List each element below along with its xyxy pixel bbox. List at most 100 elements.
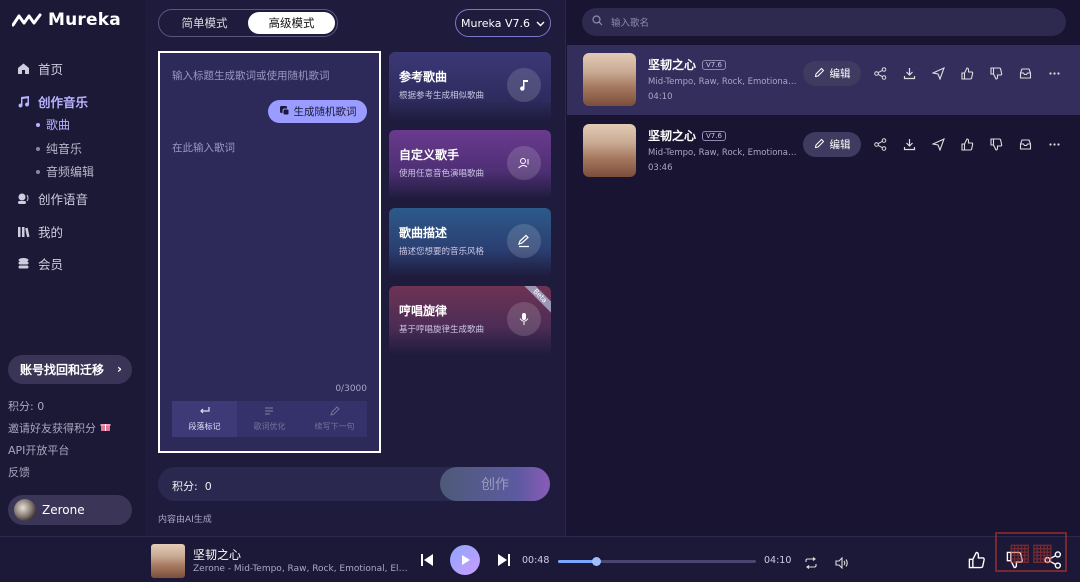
send-icon[interactable]	[931, 137, 946, 152]
invite-link[interactable]: 邀请好友获得积分	[8, 420, 111, 436]
version-tag: V7.6	[702, 130, 726, 141]
share-icon[interactable]	[873, 137, 888, 152]
share-icon[interactable]	[873, 66, 888, 81]
song-actions	[873, 137, 1062, 152]
continue-line-button[interactable]: 续写下一句	[302, 401, 367, 437]
sub-item-label: 歌曲	[46, 118, 71, 132]
progress-bar[interactable]	[558, 557, 756, 566]
card-subtitle: 根据参考生成相似歌曲	[399, 91, 485, 101]
next-button[interactable]	[496, 553, 512, 569]
invite-label: 邀请好友获得积分	[8, 422, 96, 435]
card-title: 哼唱旋律	[399, 304, 448, 318]
search-placeholder: 输入歌名	[611, 18, 650, 29]
lyrics-textarea[interactable]: 在此输入歌词	[172, 140, 235, 155]
bullet-icon	[36, 169, 40, 174]
list-icon	[264, 406, 276, 418]
volume-button[interactable]	[835, 554, 849, 573]
pen-icon	[507, 224, 541, 258]
sub-item-songs[interactable]: 歌曲	[36, 116, 70, 133]
sub-item-instrumental[interactable]: 纯音乐	[36, 140, 82, 157]
coins-icon	[16, 257, 30, 271]
card-custom-singer[interactable]: 自定义歌手 使用任意音色演唱歌曲	[389, 130, 551, 199]
more-icon[interactable]	[1047, 66, 1062, 81]
card-reference-song[interactable]: 参考歌曲 根据参考生成相似歌曲	[389, 52, 551, 121]
thumbs-up-icon[interactable]	[968, 551, 986, 569]
song-row[interactable]: 坚韧之心 V7.6 Mid-Tempo, Raw, Rock, Emotional…	[567, 116, 1080, 186]
sub-item-label: 纯音乐	[46, 142, 83, 156]
logo[interactable]: Mureka	[12, 10, 121, 30]
search-input[interactable]: 输入歌名	[582, 8, 1066, 36]
thumbs-up-icon[interactable]	[960, 137, 975, 152]
total-time: 04:10	[764, 555, 792, 566]
lyrics-editor: 输入标题生成歌词或使用随机歌词 生成随机歌词 在此输入歌词 0/3000 段落标…	[158, 51, 381, 453]
user-profile[interactable]: Zerone	[8, 495, 132, 525]
sub-item-label: 音频编辑	[46, 165, 95, 179]
random-lyrics-button[interactable]: 生成随机歌词	[268, 100, 367, 123]
pen-icon	[814, 138, 825, 152]
inbox-icon[interactable]	[1018, 137, 1033, 152]
section-marker-button[interactable]: 段落标记	[172, 401, 237, 437]
song-title-wrap: 坚韧之心 V7.6	[648, 56, 726, 73]
nav-item-create-music[interactable]: 创作音乐	[16, 92, 88, 111]
card-subtitle: 描述您想要的音乐风格	[399, 247, 485, 257]
thumbs-down-icon[interactable]	[989, 66, 1004, 81]
song-cover	[583, 53, 636, 106]
title-input[interactable]: 输入标题生成歌词或使用随机歌词	[172, 68, 330, 83]
tool-label: 段落标记	[188, 422, 221, 431]
nav-label: 创作语音	[38, 192, 89, 207]
sub-item-audio-edit[interactable]: 音频编辑	[36, 163, 94, 180]
card-subtitle: 使用任意音色演唱歌曲	[399, 169, 485, 179]
thumbs-down-icon[interactable]	[989, 137, 1004, 152]
song-title: 坚韧之心	[648, 129, 697, 143]
download-icon[interactable]	[902, 66, 917, 81]
skip-back-icon	[420, 552, 434, 571]
lyrics-toolbar: 段落标记 歌词优化 续写下一句	[172, 401, 367, 437]
avatar	[14, 499, 36, 521]
nav-item-membership[interactable]: 会员	[16, 254, 63, 273]
volume-icon	[835, 554, 849, 573]
nav-label: 首页	[38, 62, 64, 77]
download-icon[interactable]	[902, 137, 917, 152]
chevron-right-icon: ›	[117, 362, 122, 376]
send-icon[interactable]	[931, 66, 946, 81]
home-icon	[16, 62, 30, 76]
edit-button[interactable]: 编辑	[803, 132, 861, 157]
song-cover	[583, 124, 636, 177]
song-title: 坚韧之心	[648, 58, 697, 72]
account-recover-button[interactable]: 账号找回和迁移 ›	[8, 355, 132, 384]
library-icon	[16, 225, 30, 239]
nav-item-mine[interactable]: 我的	[16, 222, 63, 241]
user-name: Zerone	[42, 503, 85, 517]
more-icon[interactable]	[1047, 137, 1062, 152]
song-description: Mid-Tempo, Raw, Rock, Emotional, Electri…	[648, 148, 798, 158]
repeat-button[interactable]	[804, 554, 818, 573]
play-button[interactable]	[450, 545, 480, 575]
simple-mode-tab[interactable]: 简单模式	[161, 12, 248, 34]
mode-toggle: 简单模式 高级模式	[158, 9, 338, 37]
lyrics-optimize-button[interactable]: 歌词优化	[237, 401, 302, 437]
inbox-icon[interactable]	[1018, 66, 1033, 81]
credits-display: 积分: 0	[172, 478, 212, 494]
song-row[interactable]: 坚韧之心 V7.6 Mid-Tempo, Raw, Rock, Emotional…	[567, 45, 1080, 115]
progress-knob[interactable]	[591, 557, 601, 566]
create-button[interactable]: 创作	[440, 467, 550, 501]
song-list-panel: 输入歌名 坚韧之心 V7.6 Mid-Tempo, Raw, Rock, Emot…	[565, 0, 1080, 536]
nav-item-create-voice[interactable]: 创作语音	[16, 189, 88, 208]
nav-item-home[interactable]: 首页	[16, 59, 63, 78]
advanced-mode-tab[interactable]: 高级模式	[248, 12, 335, 34]
card-humming[interactable]: 哼唱旋律 基于哼唱旋律生成歌曲 Beta	[389, 286, 551, 355]
card-song-description[interactable]: 歌曲描述 描述您想要的音乐风格	[389, 208, 551, 277]
microphone-icon	[507, 302, 541, 336]
thumbs-up-icon[interactable]	[960, 66, 975, 81]
music-note-icon	[16, 95, 30, 109]
edit-label: 编辑	[829, 139, 851, 151]
api-platform-link[interactable]: API开放平台	[8, 442, 69, 458]
player-bar: 坚韧之心 Zerone - Mid-Tempo, Raw, Rock, Emot…	[0, 536, 1080, 582]
prev-button[interactable]	[419, 553, 435, 569]
model-version-select[interactable]: Mureka V7.6	[455, 9, 551, 37]
singer-icon	[507, 146, 541, 180]
feedback-link[interactable]: 反馈	[8, 464, 30, 480]
bullet-icon	[36, 146, 40, 151]
app-name: Mureka	[48, 10, 121, 30]
edit-button[interactable]: 编辑	[803, 61, 861, 86]
